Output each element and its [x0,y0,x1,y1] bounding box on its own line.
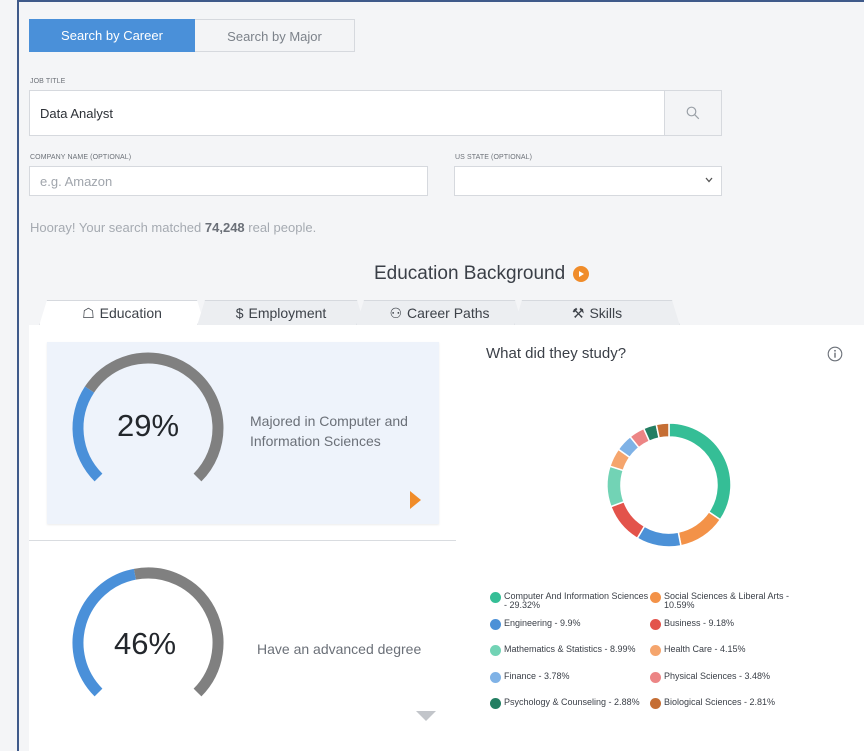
donut-slice-business[interactable] [609,500,646,540]
study-title: What did they study? [486,345,627,362]
expand-arrow-icon[interactable] [416,711,436,721]
search-mode-tabs: Search by Career Search by Major [29,19,355,52]
donut-slice-engineering[interactable] [636,525,682,548]
legend-swatch [490,672,501,683]
legend-label: Mathematics & Statistics - 8.99% [504,644,636,654]
info-icon[interactable] [827,346,843,362]
match-count-text: Hooray! Your search matched 74,248 real … [30,220,316,235]
legend-item[interactable]: Psychology & Counseling - 2.88% [490,698,650,709]
graduation-cap-icon: ☖ [82,304,95,321]
donut-slice-biological-sciences[interactable] [655,422,670,439]
tab-career-paths[interactable]: ⚇ Career Paths [356,300,523,326]
legend-label: Health Care - 4.15% [664,644,746,654]
legend-label: Engineering - 9.9% [504,618,581,628]
match-count: 74,248 [204,220,245,235]
us-state-label: US STATE (OPTIONAL) [455,154,533,161]
gauge-degree-label: Have an advanced degree [257,641,422,657]
section-title: Education Background [374,263,590,285]
donut-slice-social-sciences-liberal-arts[interactable] [677,510,722,547]
legend-item[interactable]: Social Sciences & Liberal Arts - 10.59% [650,592,810,610]
play-icon[interactable] [573,266,590,282]
dollar-icon: $ [235,305,244,321]
match-prefix: Hooray! Your search matched [30,220,205,235]
legend-item[interactable]: Business - 9.18% [650,619,810,630]
legend-item[interactable]: Mathematics & Statistics - 8.99% [490,645,650,656]
section-title-text: Education Background [374,263,566,284]
legend-swatch [490,645,501,656]
legend-swatch [650,645,661,656]
chevron-down-icon [705,177,713,183]
legend-label: Finance - 3.78% [504,671,570,681]
company-name-label: COMPANY NAME (OPTIONAL) [30,154,132,161]
legend-label: Biological Sciences - 2.81% [664,697,776,707]
tab-employment-label: Employment [248,305,327,321]
tab-education-label: Education [99,305,162,321]
tab-education[interactable]: ☖ Education [39,300,205,326]
gauge-major-percent: 29% [117,408,180,443]
tab-career-paths-label: Career Paths [407,305,490,321]
legend-swatch [650,619,661,630]
card-divider [29,540,456,541]
tab-employment[interactable]: $ Employment [197,300,365,326]
donut-slice-computer-and-information-sciences[interactable] [668,422,732,521]
wrench-icon: ⚒ [571,304,585,321]
app-frame: Search by Career Search by Major JOB TIT… [17,0,864,751]
search-icon [686,106,700,120]
study-donut-chart [606,422,732,548]
legend-item[interactable]: Engineering - 9.9% [490,619,650,630]
job-title-input[interactable]: Data Analyst [29,90,665,136]
legend-item[interactable]: Finance - 3.78% [490,672,650,683]
person-icon: ⚇ [389,304,403,321]
legend-item[interactable]: Computer And Information Sciences - 29.3… [490,592,650,610]
gauge-major-label: Majored in Computer and Information Scie… [250,413,408,449]
legend-swatch [650,592,661,603]
next-arrow-icon[interactable] [410,491,421,509]
legend-item[interactable]: Health Care - 4.15% [650,645,810,656]
legend-swatch [650,672,661,683]
legend-label: Social Sciences & Liberal Arts - 10.59% [664,591,790,610]
legend-item[interactable]: Physical Sciences - 3.48% [650,672,810,683]
donut-slice-mathematics-statistics[interactable] [606,465,625,508]
legend-swatch [490,619,501,630]
legend-swatch [490,592,501,603]
company-name-input[interactable]: e.g. Amazon [29,166,428,196]
search-button[interactable] [664,90,722,136]
gauge-degree-percent: 46% [114,626,177,661]
legend-label: Computer And Information Sciences - 29.3… [504,591,649,610]
tab-skills-label: Skills [589,305,623,321]
legend-swatch [650,698,661,709]
legend-swatch [490,698,501,709]
legend-label: Psychology & Counseling - 2.88% [504,697,640,707]
tab-skills[interactable]: ⚒ Skills [514,300,680,326]
legend-label: Physical Sciences - 3.48% [664,671,771,681]
tab-search-by-major[interactable]: Search by Major [195,19,355,52]
us-state-select[interactable] [454,166,722,196]
match-suffix: real people. [244,220,317,235]
job-title-label: JOB TITLE [30,78,66,85]
tab-search-by-career[interactable]: Search by Career [29,19,195,52]
legend-item[interactable]: Biological Sciences - 2.81% [650,698,810,709]
legend-label: Business - 9.18% [664,618,735,628]
